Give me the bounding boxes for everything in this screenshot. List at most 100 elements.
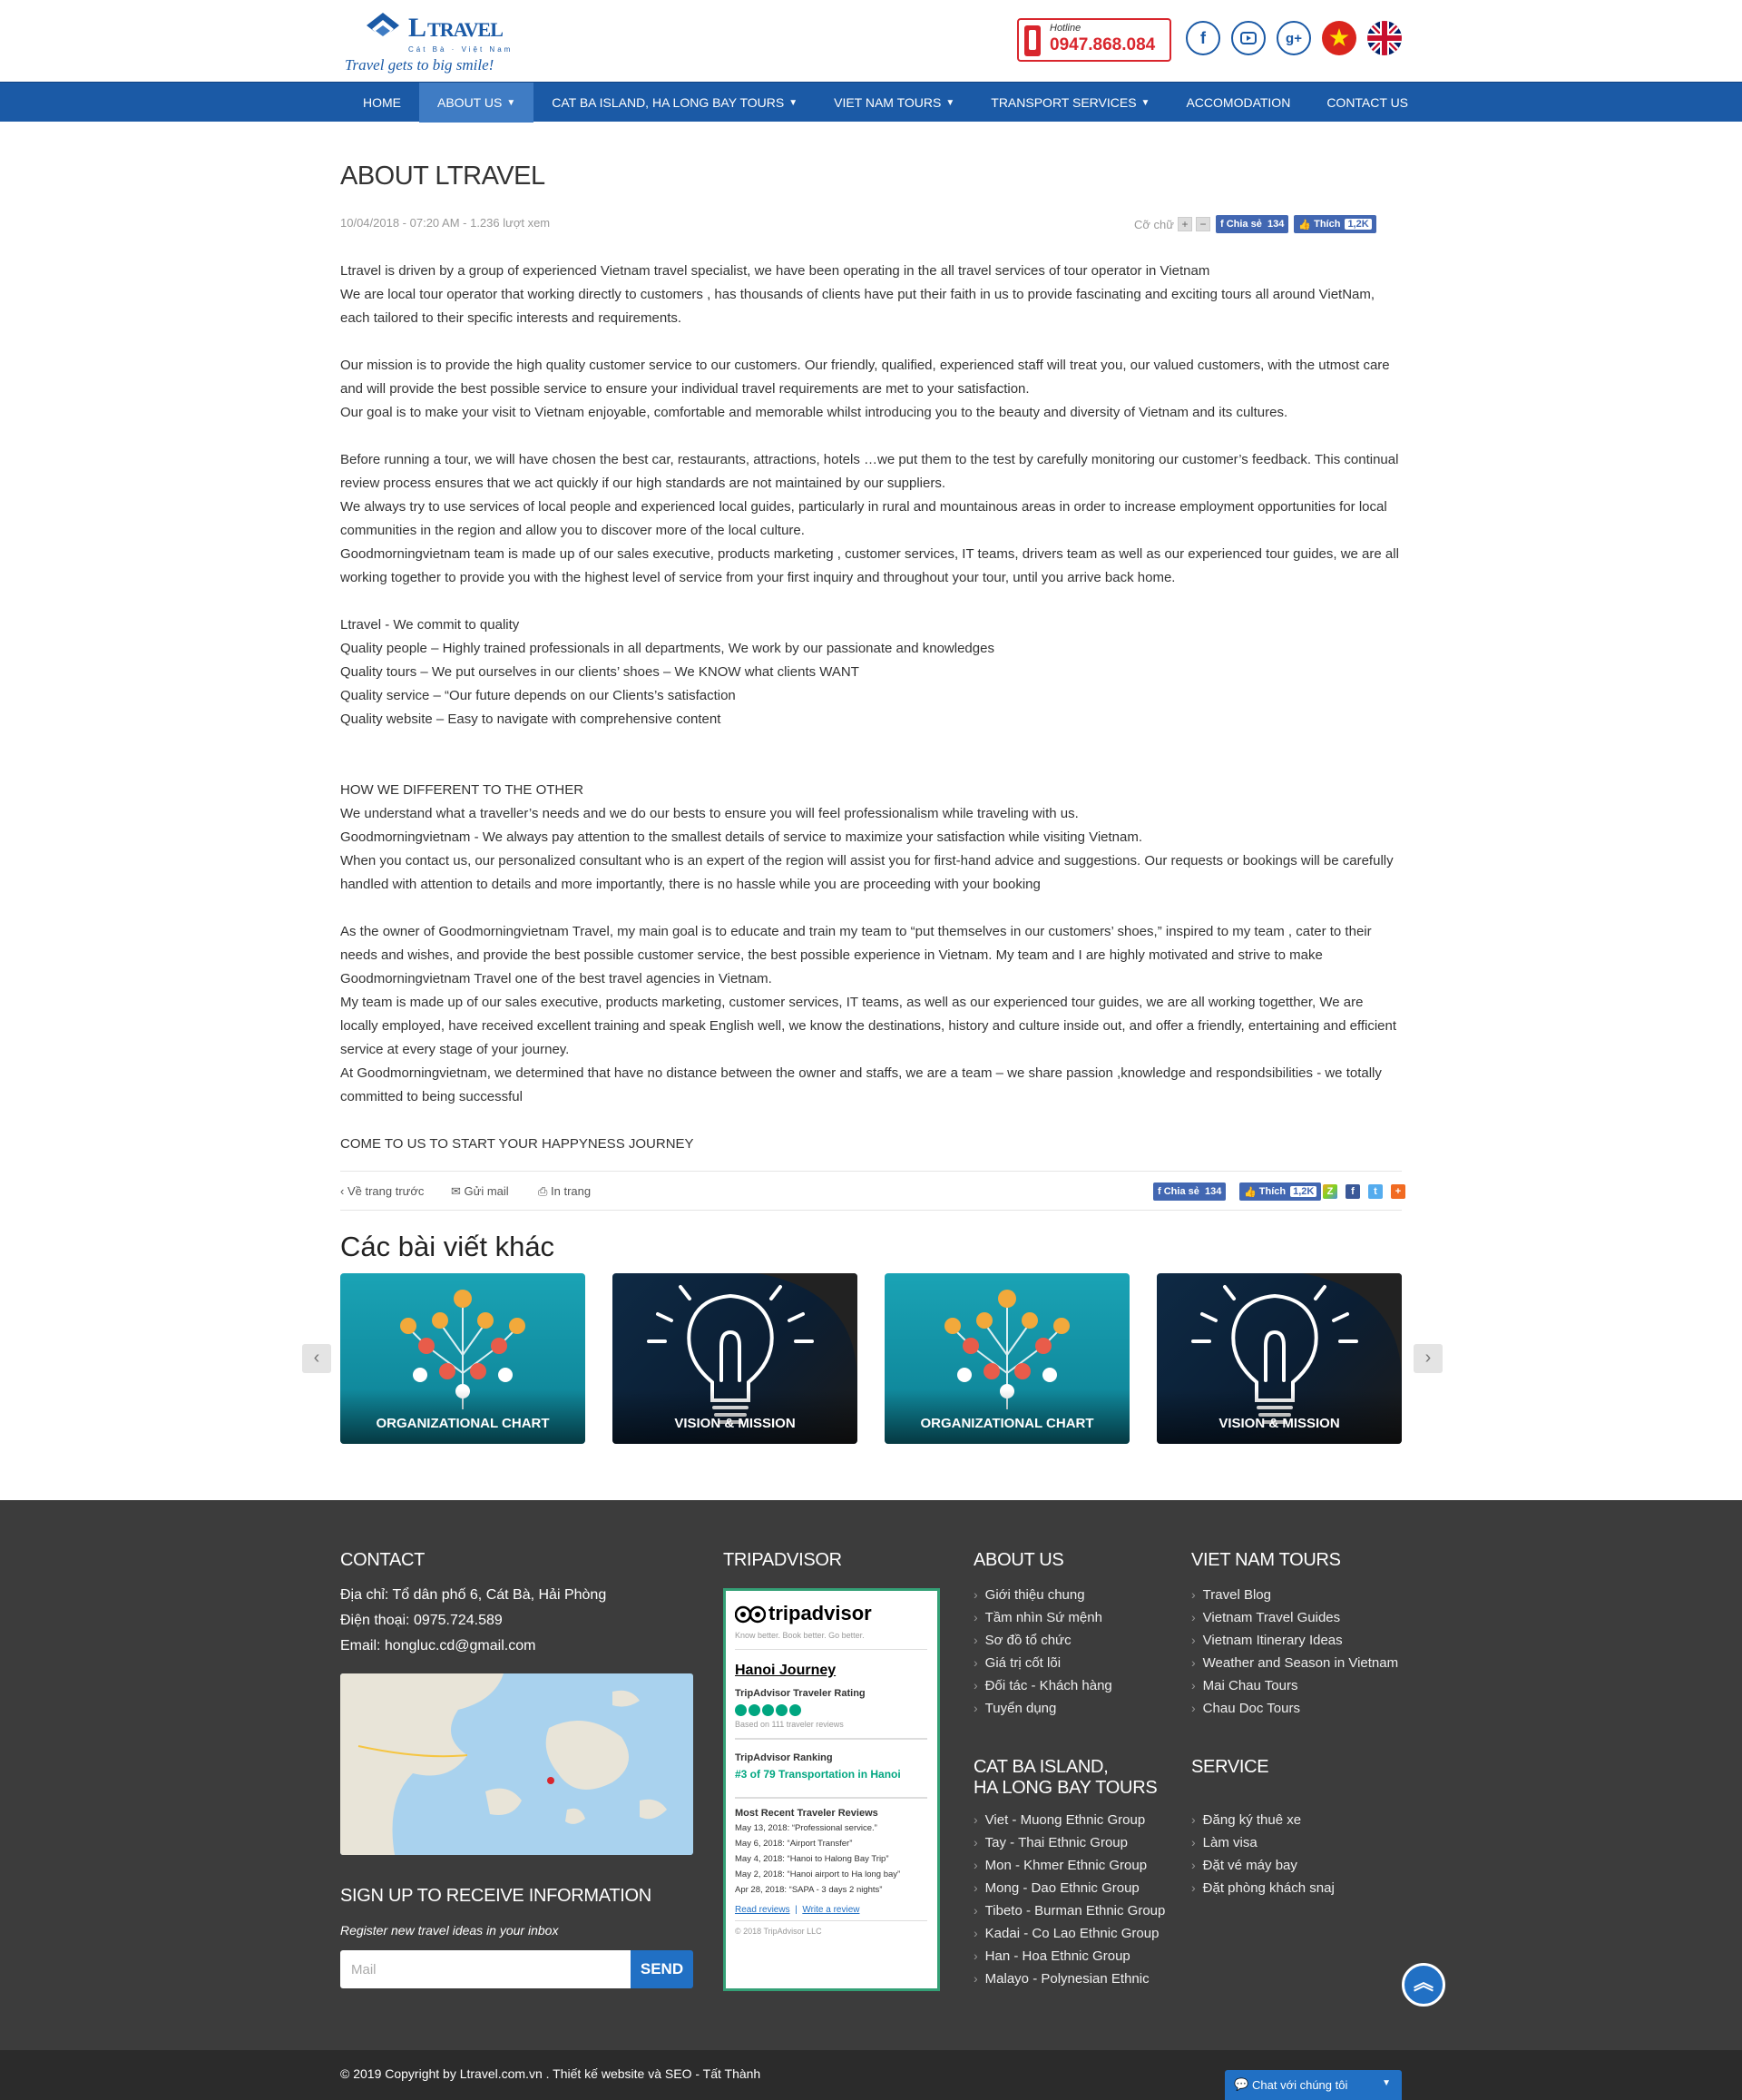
footer-link[interactable]: Tầm nhìn Sứ mệnh xyxy=(974,1606,1112,1629)
tripadvisor-write-review-link[interactable]: Write a review xyxy=(802,1905,859,1915)
addthis-icon[interactable]: + xyxy=(1391,1184,1405,1199)
footer-contact-heading: CONTACT xyxy=(340,1550,426,1570)
send-mail-link[interactable]: ✉ Gửi mail xyxy=(451,1184,509,1199)
facebook-icon[interactable]: f xyxy=(1186,21,1220,55)
article-paragraph: Quality tours – We put ourselves in our … xyxy=(340,664,859,680)
article-paragraph: Before running a tour, we will have chos… xyxy=(340,452,1399,491)
signup-send-button[interactable]: SEND xyxy=(631,1950,693,1988)
footer-link[interactable]: Mong - Dao Ethnic Group xyxy=(974,1877,1165,1899)
chevron-down-icon: ▼ xyxy=(788,97,798,108)
footer-link[interactable]: Malayo - Polynesian Ethnic xyxy=(974,1968,1165,1990)
related-card[interactable]: VISION & MISSION xyxy=(1157,1273,1402,1444)
nav-cat-ba-tours[interactable]: CAT BA ISLAND, HA LONG BAY TOURS ▼ xyxy=(533,83,816,123)
footer-about-heading: ABOUT US xyxy=(974,1550,1064,1570)
chat-bubble-icon: 💬 xyxy=(1234,2077,1249,2091)
carousel-prev-button[interactable]: ‹ xyxy=(302,1344,331,1373)
uk-flag-icon[interactable] xyxy=(1367,21,1402,55)
tripadvisor-business-name[interactable]: Hanoi Journey xyxy=(735,1663,927,1679)
contact-address: Địa chỉ: Tổ dân phố 6, Cát Bà, Hải Phòng xyxy=(340,1587,607,1603)
footer-link[interactable]: Vietnam Itinerary Ideas xyxy=(1191,1629,1398,1652)
tripadvisor-review[interactable]: May 6, 2018: “Airport Transfer” xyxy=(735,1836,927,1851)
related-heading: Các bài viết khác xyxy=(340,1231,555,1262)
tripadvisor-recent-label: Most Recent Traveler Reviews xyxy=(735,1808,878,1819)
facebook-icon[interactable]: f xyxy=(1346,1184,1360,1199)
contact-email[interactable]: Email: hongluc.cd@gmail.com xyxy=(340,1634,606,1659)
footer-link[interactable]: Vietnam Travel Guides xyxy=(1191,1606,1398,1629)
footer-link[interactable]: Tay - Thai Ethnic Group xyxy=(974,1831,1165,1854)
tripadvisor-widget[interactable]: tripadvisor Know better. Book better. Go… xyxy=(723,1588,940,1991)
font-decrease-button[interactable]: − xyxy=(1195,217,1210,231)
google-plus-icon[interactable]: g+ xyxy=(1277,21,1311,55)
footer-service-list: Đăng ký thuê xe Làm visa Đặt vé máy bay … xyxy=(1191,1809,1335,1899)
article-paragraph: HOW WE DIFFERENT TO THE OTHER xyxy=(340,782,584,798)
nav-transport-services[interactable]: TRANSPORT SERVICES ▼ xyxy=(973,83,1168,123)
related-card[interactable]: VISION & MISSION xyxy=(612,1273,857,1444)
facebook-like-button-bottom[interactable]: 👍 Thích 1,2K xyxy=(1239,1182,1322,1201)
signup-email-input[interactable] xyxy=(340,1950,631,1988)
hotline-box[interactable]: Hotline 0947.868.084 xyxy=(1017,18,1171,62)
footer-link[interactable]: Travel Blog xyxy=(1191,1584,1398,1606)
footer-link[interactable]: Tibeto - Burman Ethnic Group xyxy=(974,1899,1166,1922)
footer-link[interactable]: Chau Doc Tours xyxy=(1191,1697,1398,1720)
footer-link[interactable]: Kadai - Co Lao Ethnic Group xyxy=(974,1922,1165,1945)
tripadvisor-review[interactable]: May 2, 2018: “Hanoi airport to Ha long b… xyxy=(735,1867,927,1882)
facebook-like-button[interactable]: 👍 Thích 1,2K xyxy=(1294,215,1376,233)
article-paragraph: Goodmorningvietnam - We always pay atten… xyxy=(340,829,1143,845)
article-paragraph: Our goal is to make your visit to Vietna… xyxy=(340,405,1288,420)
logo[interactable]: LTRAVEL Cát Bà · Việt Nam Travel gets to… xyxy=(345,5,526,78)
article-paragraph: At Goodmorningvietnam, we determined tha… xyxy=(340,1065,1382,1104)
facebook-share-button-bottom[interactable]: f Chia sẻ 134 xyxy=(1153,1182,1227,1201)
chevron-down-icon: ▼ xyxy=(1140,97,1150,108)
nav-viet-nam-tours[interactable]: VIET NAM TOURS ▼ xyxy=(816,83,973,123)
tripadvisor-review[interactable]: Apr 28, 2018: “SAPA - 3 days 2 nights” xyxy=(735,1882,927,1898)
bottom-bar: © 2019 Copyright by Ltravel.com.vn . Thi… xyxy=(0,2050,1742,2100)
zingme-icon[interactable]: Z xyxy=(1323,1184,1337,1199)
tripadvisor-ranking[interactable]: #3 of 79 Transportation in Hanoi xyxy=(735,1767,927,1782)
footer-link[interactable]: Mai Chau Tours xyxy=(1191,1674,1398,1697)
footer-link[interactable]: Tuyển dụng xyxy=(974,1697,1112,1720)
font-increase-button[interactable]: + xyxy=(1177,217,1192,231)
youtube-icon[interactable] xyxy=(1231,21,1266,55)
contact-phone: Điện thoại: 0975.724.589 xyxy=(340,1613,503,1628)
article-paragraph xyxy=(340,897,1402,920)
footer-link[interactable]: Weather and Season in Vietnam xyxy=(1191,1652,1398,1674)
footer-link[interactable]: Làm visa xyxy=(1191,1831,1335,1854)
tripadvisor-tagline: Know better. Book better. Go better. xyxy=(735,1631,865,1640)
facebook-share-button[interactable]: f Chia sẻ 134 xyxy=(1215,215,1289,233)
carousel-next-button[interactable]: › xyxy=(1414,1344,1443,1373)
footer-link[interactable]: Đối tác - Khách hàng xyxy=(974,1674,1112,1697)
related-card[interactable]: ORGANIZATIONAL CHART xyxy=(885,1273,1130,1444)
back-link[interactable]: ‹ Về trang trước xyxy=(340,1184,424,1198)
back-to-top-button[interactable]: ︽ xyxy=(1402,1963,1445,2007)
vietnam-flag-icon[interactable] xyxy=(1322,21,1356,55)
footer-link[interactable]: Sơ đồ tổ chức xyxy=(974,1629,1112,1652)
logo-subtitle: Cát Bà · Việt Nam xyxy=(408,45,514,54)
location-map[interactable] xyxy=(340,1673,693,1855)
footer-link[interactable]: Đăng ký thuê xe xyxy=(1191,1809,1335,1831)
tripadvisor-copyright: © 2018 TripAdvisor LLC xyxy=(735,1927,822,1936)
footer-link[interactable]: Mon - Khmer Ethnic Group xyxy=(974,1854,1165,1877)
nav-contact-us[interactable]: CONTACT US xyxy=(1308,83,1426,123)
article-paragraph xyxy=(340,755,1402,779)
footer-link[interactable]: Đặt phòng khách snaj xyxy=(1191,1877,1335,1899)
twitter-icon[interactable]: t xyxy=(1368,1184,1383,1199)
footer-link[interactable]: Han - Hoa Ethnic Group xyxy=(974,1945,1165,1968)
article-paragraph: COME TO US TO START YOUR HAPPYNESS JOURN… xyxy=(340,1136,694,1152)
tripadvisor-review[interactable]: May 13, 2018: “Professional service.” xyxy=(735,1820,927,1836)
nav-home[interactable]: HOME xyxy=(345,83,419,123)
footer-vntours-heading: VIET NAM TOURS xyxy=(1191,1550,1341,1570)
footer-link[interactable]: Viet - Muong Ethnic Group xyxy=(974,1809,1165,1831)
hotline-number: 0947.868.084 xyxy=(1050,35,1156,54)
footer-link[interactable]: Giới thiệu chung xyxy=(974,1584,1112,1606)
tripadvisor-review[interactable]: May 4, 2018: “Hanoi to Halong Bay Trip” xyxy=(735,1851,927,1867)
footer-service-heading: SERVICE xyxy=(1191,1757,1269,1777)
tripadvisor-read-reviews-link[interactable]: Read reviews xyxy=(735,1905,790,1915)
nav-about-us[interactable]: ABOUT US ▼ xyxy=(419,83,534,123)
footer-link[interactable]: Đặt vé máy bay xyxy=(1191,1854,1335,1877)
footer-link[interactable]: Giá trị cốt lõi xyxy=(974,1652,1112,1674)
nav-accomodation[interactable]: ACCOMODATION xyxy=(1168,83,1308,123)
article-paragraph xyxy=(340,330,1402,354)
chat-button[interactable]: 💬 Chat với chúng tôi ▼ xyxy=(1225,2070,1402,2100)
print-link[interactable]: ⎙ In trang xyxy=(538,1184,591,1199)
related-card[interactable]: ORGANIZATIONAL CHART xyxy=(340,1273,585,1444)
